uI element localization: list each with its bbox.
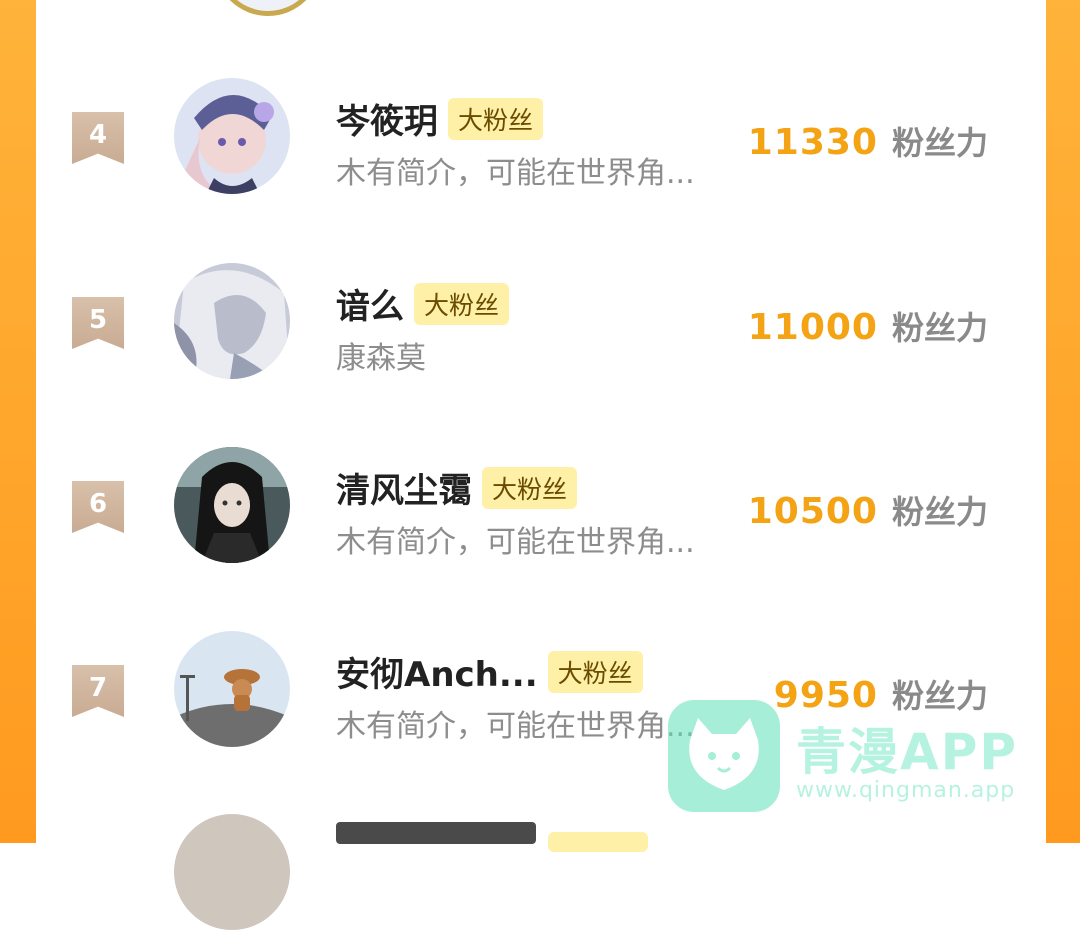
watermark-title: 青漫APP [796, 723, 1018, 781]
list-item[interactable]: 6 清风尘霭 大粉丝 木有简介，可能在世界角... 10500 粉丝力 [36, 447, 1046, 567]
frame-left [0, 0, 36, 843]
fan-level-badge: 大粉丝 [482, 466, 578, 509]
fan-power-unit: 粉丝力 [891, 493, 988, 531]
list-item[interactable]: 4 岑筱玥 大粉丝 木有简介，可能在世界角... 11330 粉丝力 [36, 78, 1046, 198]
fan-power: 11000 粉丝力 [748, 303, 988, 349]
fan-power-value: 11000 [747, 307, 878, 348]
fan-power-value: 11330 [747, 122, 878, 163]
username[interactable]: 清风尘霭 [336, 463, 472, 512]
avatar[interactable] [174, 447, 290, 563]
list-item[interactable]: 5 谙么 大粉丝 康森莫 11000 粉丝力 [36, 263, 1046, 383]
fan-level-badge: 大粉丝 [547, 650, 643, 693]
fan-power: 10500 粉丝力 [748, 487, 988, 533]
cat-logo-icon [668, 700, 780, 812]
fan-power: 11330 粉丝力 [748, 118, 988, 164]
next-entry-name [336, 822, 536, 844]
fan-level-badge: 大粉丝 [448, 97, 544, 140]
avatar[interactable] [174, 631, 290, 747]
user-bio: 木有简介，可能在世界角... [336, 709, 695, 744]
watermark: 青漫APP www.qingman.app [668, 700, 1038, 820]
fan-level-badge: 大粉丝 [414, 282, 510, 325]
avatar[interactable] [174, 263, 290, 379]
rank-badge: 7 [72, 665, 124, 717]
previous-entry-avatar [214, 0, 322, 16]
frame-right [1046, 0, 1080, 843]
next-entry-avatar[interactable] [174, 814, 290, 930]
rank-badge: 4 [72, 112, 124, 164]
fan-power-unit: 粉丝力 [891, 124, 988, 162]
avatar[interactable] [174, 78, 290, 194]
user-bio: 康森莫 [336, 341, 426, 376]
fan-power-value: 10500 [747, 491, 878, 532]
username[interactable]: 岑筱玥 [336, 94, 438, 143]
username[interactable]: 安彻Anch... [336, 647, 538, 696]
user-bio: 木有简介，可能在世界角... [336, 525, 695, 560]
watermark-url: www.qingman.app [796, 778, 1016, 803]
rank-badge: 6 [72, 481, 124, 533]
rank-badge: 5 [72, 297, 124, 349]
user-bio: 木有简介，可能在世界角... [336, 156, 695, 191]
username[interactable]: 谙么 [336, 279, 404, 328]
fan-power-unit: 粉丝力 [891, 309, 988, 347]
next-entry-badge [548, 832, 648, 852]
